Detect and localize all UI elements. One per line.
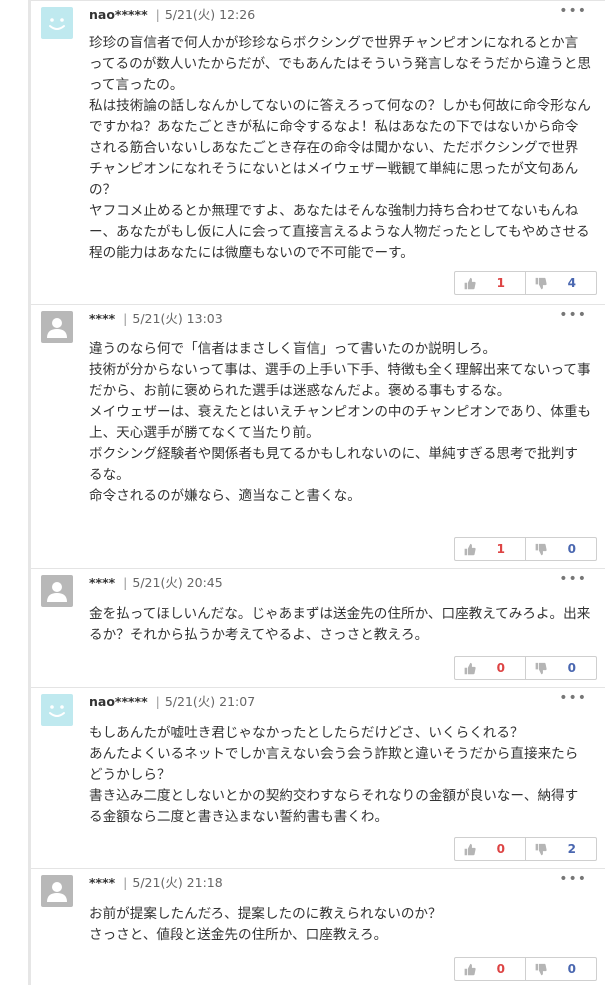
like-button[interactable]: 1 xyxy=(455,272,525,294)
vote-bar: 14 xyxy=(454,271,597,295)
comment-body: 違うのなら何で「信者はまさしく盲信」って書いたのか説明しろ。技術が分からないって… xyxy=(89,339,591,507)
like-button[interactable]: 0 xyxy=(455,838,525,860)
comment-meta: nao***** | 5/21(火) 12:26 xyxy=(89,7,255,23)
username[interactable]: **** xyxy=(89,875,115,890)
more-options-icon[interactable]: ••• xyxy=(559,3,587,19)
more-options-icon[interactable]: ••• xyxy=(559,871,587,887)
like-button[interactable]: 0 xyxy=(455,958,525,980)
comment-body: お前が提案したんだろ、提案したのに教えられないのか？ さっさと、値段と送金先の住所… xyxy=(89,904,591,946)
comment-text-line: 書き込み二度としないとかの契約交わすならそれなりの金額が良いなー、納得する金額な… xyxy=(89,788,579,825)
default-avatar-icon[interactable] xyxy=(41,575,73,607)
comment-meta: **** | 5/21(火) 21:18 xyxy=(89,875,223,891)
comment-meta: **** | 5/21(火) 13:03 xyxy=(89,311,223,327)
dislike-count: 0 xyxy=(567,661,576,675)
comment-text-line: 違うのなら何で「信者はまさしく盲信」って書いたのか説明しろ。 xyxy=(89,341,497,357)
separator: | xyxy=(155,7,160,22)
thumbs-down-icon xyxy=(534,662,547,675)
thumbs-up-icon xyxy=(463,963,476,976)
post-date: 5/21(火) 13:03 xyxy=(132,311,223,326)
like-count: 1 xyxy=(496,542,505,556)
dislike-button[interactable]: 2 xyxy=(525,838,596,860)
like-button[interactable]: 1 xyxy=(455,538,525,560)
comment-text-line: さっさと、値段と送金先の住所か、口座教えろ。 xyxy=(89,927,388,943)
dislike-count: 2 xyxy=(567,842,576,856)
comment-text-line: 珍珍の盲信者で何人かが珍珍ならボクシングで世界チャンピオンになれるとか言ってるの… xyxy=(89,35,592,93)
smiley-avatar-icon[interactable] xyxy=(41,7,73,39)
default-avatar-icon[interactable] xyxy=(41,875,73,907)
comment-text-line: メイウェザーは、衰えたとはいえチャンピオンの中のチャンピオンであり、体重も上、天… xyxy=(89,404,592,441)
thumbs-down-icon xyxy=(534,277,547,290)
comment-item: **** | 5/21(火) 13:03 ••• 違うのなら何で「信者はまさしく盲信」っ… xyxy=(31,304,605,568)
more-options-icon[interactable]: ••• xyxy=(559,690,587,706)
username[interactable]: nao***** xyxy=(89,694,148,709)
separator: | xyxy=(123,875,128,890)
post-date: 5/21(火) 20:45 xyxy=(132,575,223,590)
thumbs-up-icon xyxy=(463,662,476,675)
dislike-count: 0 xyxy=(567,962,576,976)
vote-bar: 02 xyxy=(454,837,597,861)
dislike-button[interactable]: 0 xyxy=(525,657,596,679)
like-count: 0 xyxy=(496,842,505,856)
dislike-count: 4 xyxy=(567,276,576,290)
comment-text-line: あんたよくいるネットでしか言えない会う会う詐欺と違いそうだから直接来たらどうかし… xyxy=(89,746,579,783)
vote-bar: 00 xyxy=(454,656,597,680)
like-count: 0 xyxy=(496,962,505,976)
vote-bar: 10 xyxy=(454,537,597,561)
like-count: 0 xyxy=(496,661,505,675)
comment-item: nao***** | 5/21(火) 12:26 ••• 珍珍の盲信者で何人かが珍珍なら… xyxy=(31,0,605,304)
comment-text-line: ボクシング経験者や関係者も見てるかもしれないのに、単純すぎる思考で批判するな。 xyxy=(89,446,578,483)
separator: | xyxy=(155,694,160,709)
post-date: 5/21(火) 21:07 xyxy=(164,694,256,709)
comment-text-line: ヤフコメ止めるとか無理ですよ、あなたはそんな強制力持ち合わせてないもんねー、あな… xyxy=(89,203,590,261)
comment-thread: nao***** | 5/21(火) 12:26 ••• 珍珍の盲信者で何人かが珍珍なら… xyxy=(0,0,605,985)
default-avatar-icon[interactable] xyxy=(41,311,73,343)
comment-meta: **** | 5/21(火) 20:45 xyxy=(89,575,223,591)
comment-body: もしあんたが嘘吐き君じゃなかったとしたらだけどさ、いくらくれる？ あんたよくいるネ… xyxy=(89,723,591,828)
comment-body: 珍珍の盲信者で何人かが珍珍ならボクシングで世界チャンピオンになれるとか言ってるの… xyxy=(89,33,591,264)
like-count: 1 xyxy=(496,276,505,290)
dislike-button[interactable]: 4 xyxy=(525,272,596,294)
comment-meta: nao***** | 5/21(火) 21:07 xyxy=(89,694,255,710)
username[interactable]: **** xyxy=(89,575,115,590)
separator: | xyxy=(123,311,128,326)
smiley-avatar-icon[interactable] xyxy=(41,694,73,726)
username[interactable]: nao***** xyxy=(89,7,148,22)
more-options-icon[interactable]: ••• xyxy=(559,571,587,587)
comment-text-line: 私は技術論の話しなんかしてないのに答えろって何なの？しかも何故に命令形なんですか… xyxy=(89,98,591,198)
comment-text-line: 技術が分からないって事は、選手の上手い下手、特徴も全く理解出来てないって事だから… xyxy=(89,362,591,399)
post-date: 5/21(火) 12:26 xyxy=(164,7,256,22)
dislike-button[interactable]: 0 xyxy=(525,538,596,560)
more-options-icon[interactable]: ••• xyxy=(559,307,587,323)
like-button[interactable]: 0 xyxy=(455,657,525,679)
comment-text-line: 命令されるのが嫌なら、適当なこと書くな。 xyxy=(89,488,361,504)
separator: | xyxy=(123,575,128,590)
comment-text-line: お前が提案したんだろ、提案したのに教えられないのか？ xyxy=(89,906,442,922)
comment-item: nao***** | 5/21(火) 21:07 ••• もしあんたが嘘吐き君じゃなかっ… xyxy=(31,687,605,868)
thumbs-down-icon xyxy=(534,543,547,556)
post-date: 5/21(火) 21:18 xyxy=(132,875,223,890)
comment-text-line: 金を払ってほしいんだな。じゃあまずは送金先の住所か、口座教えてみろよ。出来るか？… xyxy=(89,606,591,643)
thumbs-down-icon xyxy=(534,963,547,976)
thumbs-up-icon xyxy=(463,277,476,290)
thumbs-up-icon xyxy=(463,543,476,556)
comment-item: **** | 5/21(火) 20:45 ••• 金を払ってほしいんだな。じゃあまずは送… xyxy=(31,568,605,687)
comment-item: **** | 5/21(火) 21:18 ••• お前が提案したんだろ、提案したのに教え… xyxy=(31,868,605,985)
dislike-button[interactable]: 0 xyxy=(525,958,596,980)
comment-body: 金を払ってほしいんだな。じゃあまずは送金先の住所か、口座教えてみろよ。出来るか？… xyxy=(89,604,591,646)
username[interactable]: **** xyxy=(89,311,115,326)
comment-text-line: もしあんたが嘘吐き君じゃなかったとしたらだけどさ、いくらくれる？ xyxy=(89,725,524,741)
thumbs-down-icon xyxy=(534,843,547,856)
dislike-count: 0 xyxy=(567,542,576,556)
thumbs-up-icon xyxy=(463,843,476,856)
vote-bar: 00 xyxy=(454,957,597,981)
